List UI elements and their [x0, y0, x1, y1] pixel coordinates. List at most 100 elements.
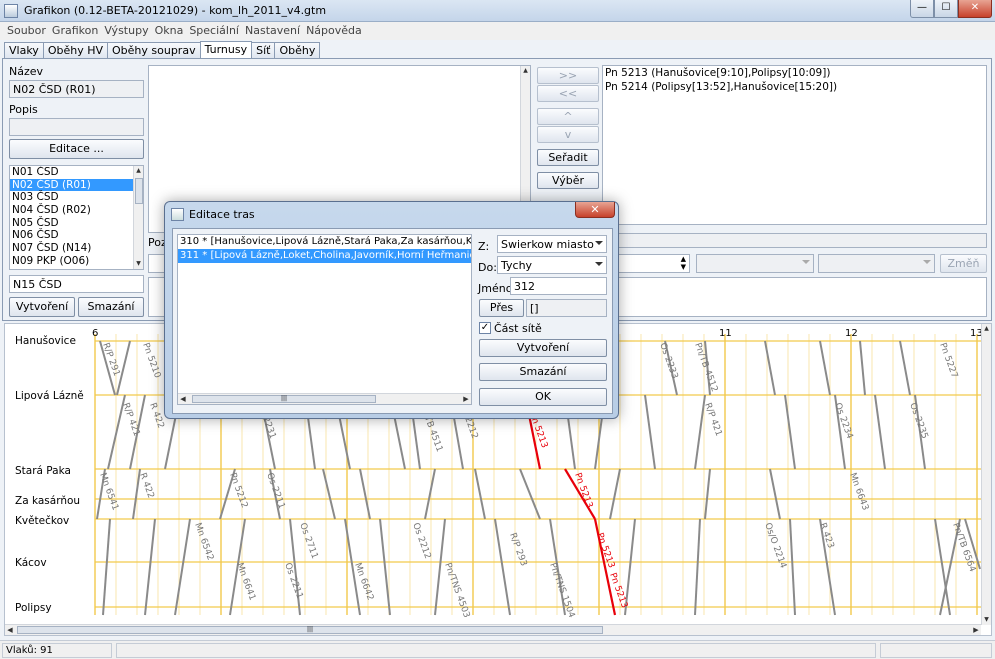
move-down-button[interactable]: v — [537, 126, 599, 143]
train-line — [644, 394, 656, 470]
note-field[interactable] — [618, 233, 987, 248]
scroll-left-icon[interactable]: ◀ — [178, 394, 188, 404]
description-field[interactable] — [9, 118, 144, 136]
menu-soubor[interactable]: Soubor — [4, 22, 49, 40]
menu-specialni[interactable]: Speciální — [186, 22, 242, 40]
train-line — [609, 468, 621, 520]
via-field[interactable]: [] — [526, 299, 607, 317]
name-field[interactable]: N02 ČSD (R01) — [9, 80, 144, 98]
train-line — [144, 518, 156, 616]
list-item[interactable]: N05 ČSD — [10, 217, 143, 230]
list-item[interactable]: N01 ČSD — [10, 166, 143, 179]
scroll-up-icon[interactable]: ▲ — [134, 166, 143, 176]
turnus-list[interactable]: N01 ČSD N02 ČSD (R01) N03 ČSD N04 ČSD (R… — [9, 165, 144, 270]
dialog-close-button[interactable]: ✕ — [575, 202, 615, 218]
create-button[interactable]: Vytvoření — [9, 297, 75, 317]
window-title-bar: Grafikon (0.12-BETA-20121029) - kom_lh_2… — [0, 0, 995, 22]
train-line — [322, 468, 336, 520]
ok-button[interactable]: OK — [479, 388, 607, 406]
train-line — [899, 340, 911, 396]
scroll-thumb[interactable] — [135, 178, 143, 204]
part-network-label: Část sítě — [494, 322, 542, 335]
station-label: Lipová Lázně — [15, 390, 84, 402]
train-line — [784, 394, 796, 470]
route-item[interactable]: 310 * [Hanušovice,Lipová Lázně,Stará Pak… — [178, 235, 471, 249]
scroll-right-icon[interactable]: ▶ — [971, 625, 981, 635]
train-line — [474, 468, 486, 520]
from-station-combo[interactable]: Swierkow miasto — [497, 235, 607, 253]
graph-hscroll[interactable]: ◀ ||| ▶ — [5, 624, 981, 635]
change-button[interactable]: Změň — [940, 254, 987, 273]
maximize-button[interactable]: ☐ — [934, 0, 958, 18]
list-item[interactable]: Pn 5214 (Polipsy[13:52],Hanušovice[15:20… — [603, 80, 986, 94]
route-name-field[interactable]: 312 — [510, 277, 607, 295]
menu-okna[interactable]: Okna — [152, 22, 187, 40]
train-count: Vlaků: 91 — [2, 643, 112, 658]
tab-vlaky[interactable]: Vlaky — [4, 42, 44, 58]
edit-button[interactable]: Editace ... — [9, 139, 144, 159]
scroll-down-icon[interactable]: ▼ — [982, 615, 991, 625]
scroll-up-icon[interactable]: ▲ — [982, 324, 991, 334]
train-label: R/P 421 — [702, 402, 723, 438]
add-all-button[interactable]: >> — [537, 67, 599, 84]
new-turnus-name-field[interactable]: N15 ČSD — [9, 275, 144, 293]
scroll-thumb[interactable]: ||| — [17, 626, 603, 634]
tab-obehy-souprav[interactable]: Oběhy souprav — [107, 42, 201, 58]
select-button[interactable]: Výběr — [537, 172, 599, 189]
route-delete-button[interactable]: Smazání — [479, 363, 607, 381]
list-item[interactable]: N04 ČSD (R02) — [10, 204, 143, 217]
sort-button[interactable]: Seřadit — [537, 149, 599, 166]
remove-all-button[interactable]: << — [537, 85, 599, 102]
scroll-right-icon[interactable]: ▶ — [461, 394, 471, 404]
menu-vystupy[interactable]: Výstupy — [101, 22, 151, 40]
list-item-selected[interactable]: N02 ČSD (R01) — [10, 178, 143, 192]
train-line — [704, 468, 711, 520]
tab-obehy-hv[interactable]: Oběhy HV — [42, 42, 108, 58]
train-line — [789, 518, 796, 616]
tab-sit[interactable]: Síť — [251, 42, 276, 58]
station-label: Hanušovice — [15, 335, 76, 347]
list-item[interactable]: N07 ČSD (N14) — [10, 242, 143, 255]
routes-list[interactable]: 310 * [Hanušovice,Lipová Lázně,Stará Pak… — [177, 234, 472, 405]
menu-nastaveni[interactable]: Nastavení — [242, 22, 303, 40]
train-line — [874, 394, 886, 470]
hour-label: 11 — [719, 328, 732, 339]
tab-turnusy[interactable]: Turnusy — [199, 41, 253, 58]
via-button[interactable]: Přes — [479, 299, 524, 317]
scroll-thumb[interactable]: ||| — [192, 395, 376, 403]
tab-obehy[interactable]: Oběhy — [274, 42, 321, 58]
from-station-value: Swierkow miasto — [501, 238, 594, 251]
list-item[interactable]: Pn 5213 (Hanušovice[9:10],Polipsy[10:09]… — [603, 66, 986, 80]
status-message — [116, 643, 876, 658]
close-window-button[interactable]: ✕ — [958, 0, 992, 18]
status-bar: Vlaků: 91 — [0, 640, 995, 659]
list-item[interactable]: N09 PKP (O06) — [10, 255, 143, 268]
route-item-selected[interactable]: 311 * [Lipová Lázně,Loket,Cholina,Javorn… — [178, 249, 471, 263]
move-up-button[interactable]: ^ — [537, 108, 599, 125]
list-item[interactable]: N03 ČSD — [10, 191, 143, 204]
turnus-trains-list[interactable]: Pn 5213 (Hanušovice[9:10],Polipsy[10:09]… — [602, 65, 987, 225]
dialog-body: 310 * [Hanušovice,Lipová Lázně,Stará Pak… — [172, 228, 613, 414]
list-item[interactable]: N06 ČSD — [10, 229, 143, 242]
graph-vscroll[interactable]: ▲ ▼ — [981, 324, 991, 625]
train-label: Mn 6542 — [192, 522, 215, 562]
menu-napoveda[interactable]: Nápověda — [303, 22, 365, 40]
app-icon — [4, 4, 18, 18]
train-label: R 423 — [817, 522, 835, 550]
scroll-down-icon[interactable]: ▼ — [134, 259, 143, 269]
scroll-left-icon[interactable]: ◀ — [5, 625, 15, 635]
route-create-button[interactable]: Vytvoření — [479, 339, 607, 357]
turnus-list-scrollbar[interactable]: ▲ ▼ — [133, 166, 143, 269]
train-label: Mn 6641 — [234, 562, 257, 602]
routes-hscroll[interactable]: ◀ ||| ▶ — [178, 393, 471, 404]
scroll-up-icon[interactable]: ▲ — [521, 66, 530, 76]
to-combo[interactable] — [818, 254, 935, 273]
menu-grafikon[interactable]: Grafikon — [49, 22, 101, 40]
to-station-combo[interactable]: Tychy — [497, 256, 607, 274]
minimize-button[interactable]: — — [910, 0, 934, 18]
delete-button[interactable]: Smazání — [78, 297, 144, 317]
part-network-checkbox[interactable]: ✓ — [479, 322, 491, 334]
from-combo[interactable] — [696, 254, 814, 273]
spinner-arrows-icon[interactable]: ▲ ▼ — [681, 255, 686, 271]
train-line — [102, 518, 111, 616]
